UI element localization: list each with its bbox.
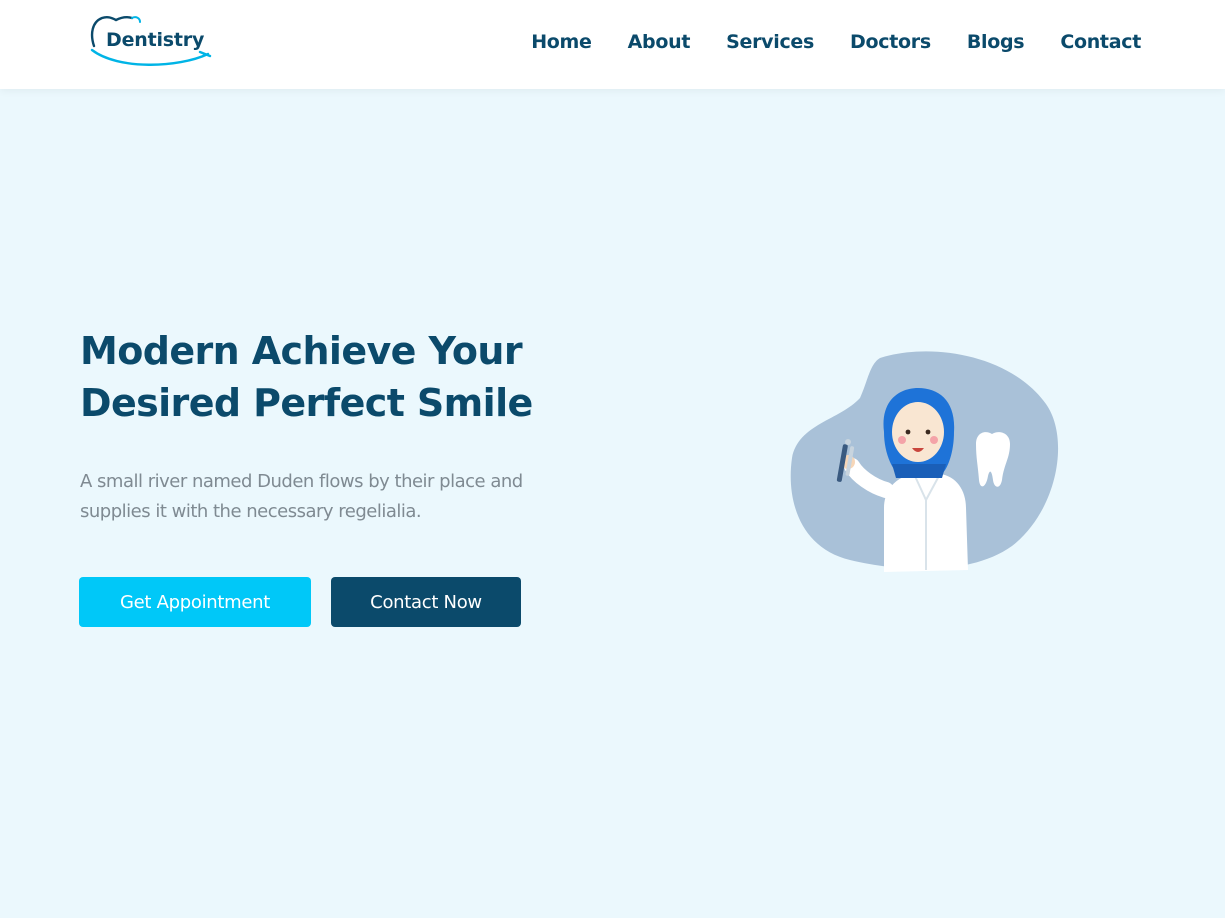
nav-doctors[interactable]: Doctors [850,31,931,53]
nav-blogs[interactable]: Blogs [967,31,1025,53]
nav-about[interactable]: About [628,31,691,53]
logo-wordmark: Dentistry [106,29,205,51]
nav-contact[interactable]: Contact [1060,31,1141,53]
hero-description-line-2: supplies it with the necessary regeliali… [80,501,422,522]
site-logo[interactable]: Dentistry [88,12,218,68]
get-appointment-button[interactable]: Get Appointment [79,577,311,627]
nav-services[interactable]: Services [726,31,814,53]
dentist-illustration [780,340,1070,580]
hero-title-line-2: Desired Perfect Smile [80,381,533,425]
main-nav: Home About Services Doctors Blogs Contac… [495,31,1141,53]
contact-now-button[interactable]: Contact Now [331,577,521,627]
dentist-with-tooth-illustration-icon [790,351,1059,572]
nav-home[interactable]: Home [531,31,592,53]
hero-description-line-1: A small river named Duden flows by their… [80,471,523,492]
hero-description: A small river named Duden flows by their… [80,467,600,527]
navbar: Dentistry Home About Services Doctors Bl… [0,0,1225,89]
hero-title: Modern Achieve Your Desired Perfect Smil… [80,325,600,429]
hero-title-line-1: Modern Achieve Your [80,329,523,373]
